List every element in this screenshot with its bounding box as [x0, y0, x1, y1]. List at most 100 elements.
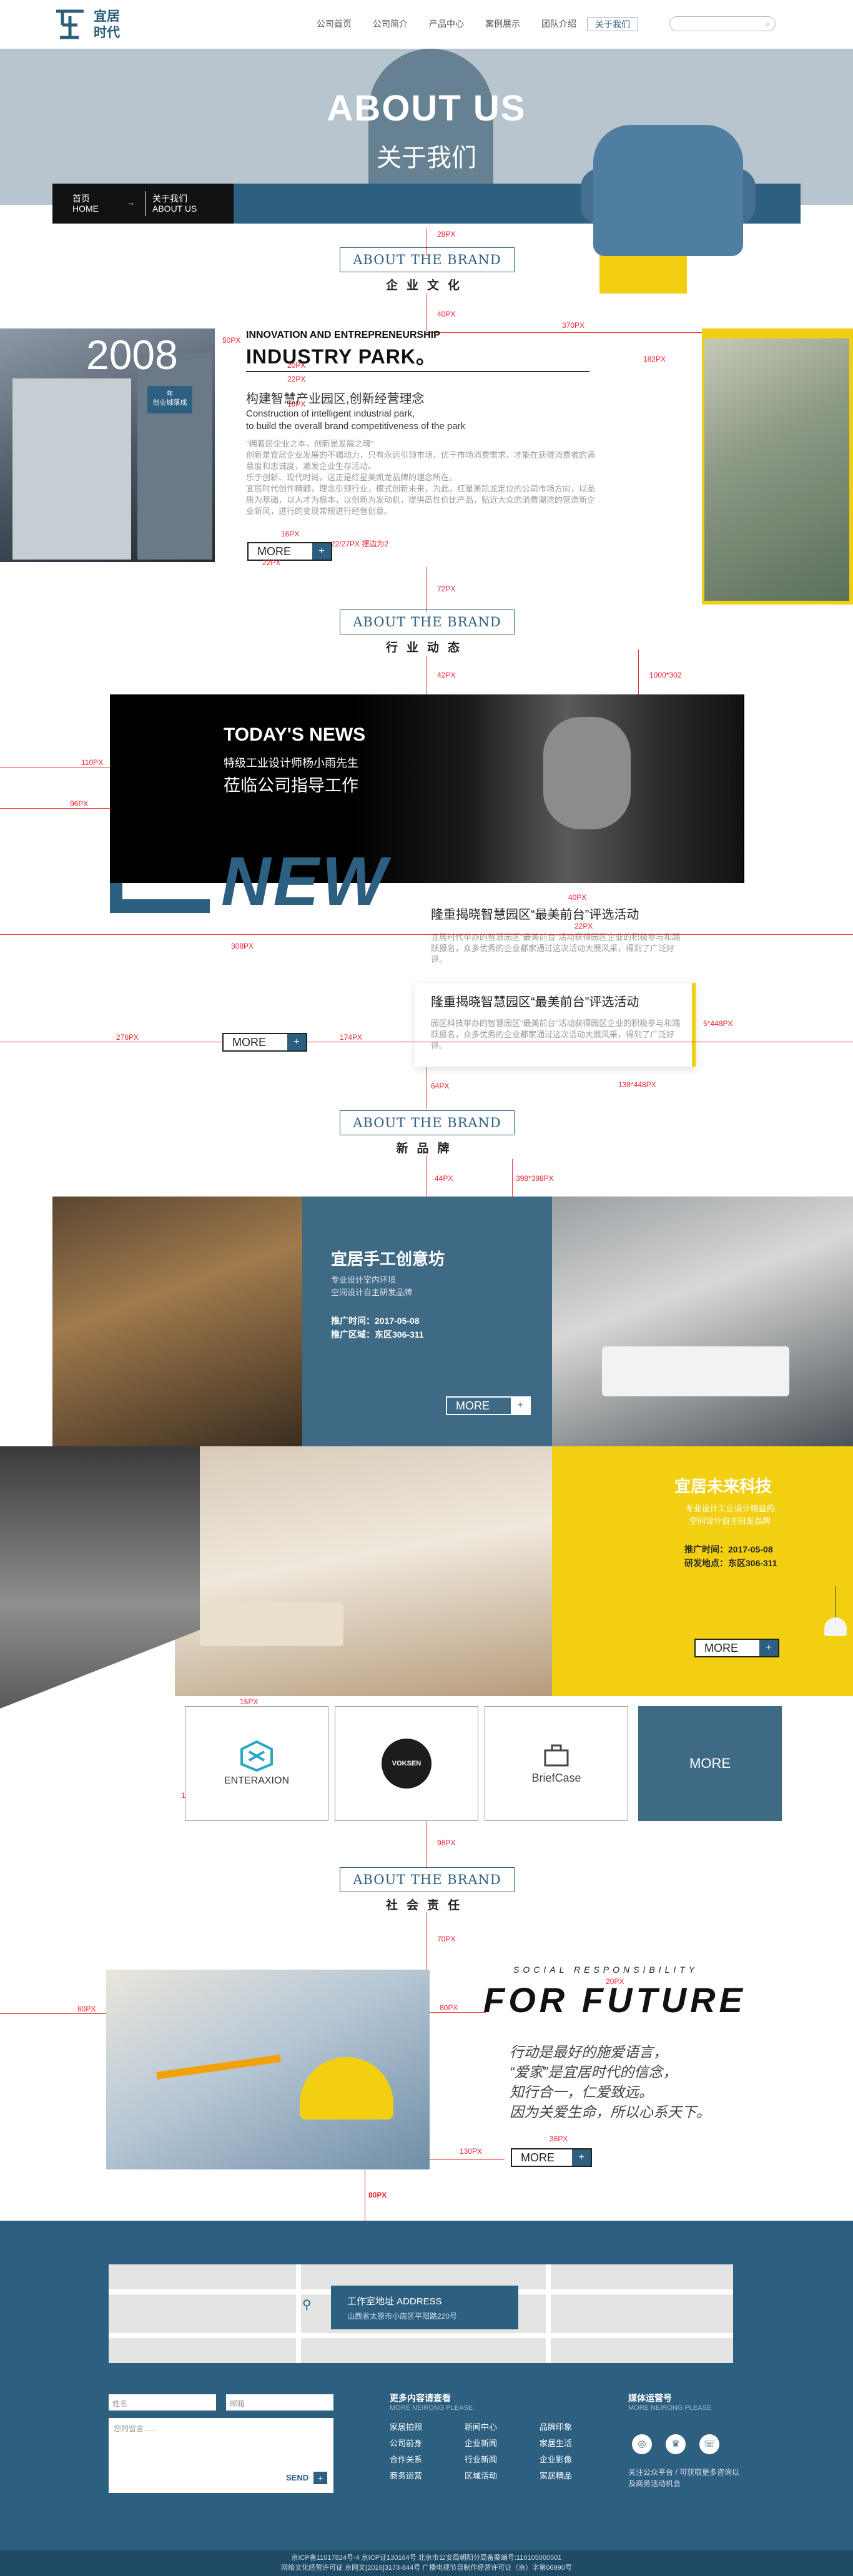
section-heading-news: ABOUT THE BRAND 行业动态	[340, 609, 515, 654]
annotation: 130PX	[460, 2147, 483, 2156]
footer-link[interactable]: 合作关系	[390, 2452, 465, 2468]
annotation: 64PX	[431, 1082, 450, 1090]
product-1-more-button[interactable]: MORE +	[446, 1396, 531, 1415]
copyright-line1: 京ICP备11017824号-4 京ICP证130164号 北京市公安局朝阳分局…	[291, 2554, 562, 2562]
arrow-right-icon: →	[126, 197, 135, 207]
nav-about-company[interactable]: 公司简介	[362, 17, 418, 31]
address-box: 工作室地址 ADDRESS 山西省太原市小店区平阳路220号	[331, 2286, 518, 2329]
footer-link[interactable]: 公司前身	[390, 2435, 465, 2452]
footer-links: 家居拍照 新闻中心 品牌印象 公司前身 企业新闻 家居生活 合作关系 行业新闻 …	[390, 2419, 589, 2484]
weibo-icon[interactable]: ♛	[666, 2434, 686, 2454]
brand-more-button[interactable]: MORE	[638, 1706, 782, 1821]
annotation: 50PX	[222, 336, 241, 345]
search-icon[interactable]: ⌕	[766, 19, 770, 29]
annotation: 80PX	[368, 2191, 387, 2199]
title-rule	[246, 371, 589, 372]
brand-name: BriefCase	[531, 1771, 581, 1784]
annotation: 42PX	[437, 671, 456, 679]
section-title-en: ABOUT THE BRAND	[340, 609, 515, 634]
culture-aerial-frame	[702, 328, 853, 605]
plus-icon: +	[572, 2149, 591, 2166]
building-shape	[137, 353, 212, 560]
social-more-button[interactable]: MORE +	[511, 2148, 592, 2167]
nav-cases[interactable]: 案例展示	[475, 17, 531, 31]
annotation: 28PX	[437, 230, 456, 239]
annotation: 40PX	[437, 310, 456, 318]
pendant-lamp-icon	[823, 1586, 848, 1642]
product-image-livingroom[interactable]	[552, 1197, 853, 1446]
links-subheading: MORE NEIRONG PLEASE	[390, 2404, 473, 2412]
annotation: 110PX	[81, 758, 104, 767]
annotation: 174PX	[340, 1033, 363, 1042]
product-image-loft[interactable]	[52, 1197, 302, 1446]
plus-icon: +	[312, 543, 331, 560]
footer-link[interactable]: 家居生活	[540, 2435, 589, 2452]
product-image-room[interactable]	[175, 1446, 552, 1696]
annotation: 44PX	[435, 1174, 453, 1183]
annotation: 70PX	[437, 1935, 456, 1943]
product-2-info: 推广时间：2017-05-08 研发地点：东区306-311	[684, 1544, 777, 1568]
guide-line	[0, 934, 853, 935]
nav-home[interactable]: 公司首页	[306, 17, 362, 31]
send-plus-icon[interactable]: +	[313, 2472, 327, 2484]
social-image	[106, 1970, 430, 2169]
annotation: 16PX	[281, 530, 300, 538]
footer-link[interactable]: 家居精品	[540, 2468, 589, 2484]
guide-line	[430, 2159, 505, 2160]
section-heading-products: ABOUT THE BRAND 新品牌	[340, 1110, 515, 1155]
map-road	[296, 2264, 301, 2363]
social-text: 行动是最好的施爱语言， “爱家”是宜居时代的信念， 知行合一，仁爱致远。 因为关…	[510, 2044, 711, 2120]
map-road	[109, 2333, 733, 2338]
footer-link[interactable]: 企业新闻	[465, 2435, 540, 2452]
product-2-subtitle: 专业设计工业设计精益的 空间设计自主研发品牌	[685, 1504, 775, 1526]
annotation: 398*398PX	[516, 1174, 554, 1183]
more-label: MORE	[521, 2151, 555, 2164]
product-2-more-button[interactable]: MORE +	[694, 1639, 779, 1657]
ruler-shape	[156, 2055, 281, 2080]
page: 宜居 时代 公司首页 公司简介 产品中心 案例展示 团队介绍 关于我们 ⌕ AB…	[0, 0, 853, 2576]
phone-icon[interactable]: ☏	[699, 2434, 719, 2454]
wechat-icon[interactable]: ◎	[632, 2434, 652, 2454]
annotation: 1000*302	[649, 671, 682, 679]
footer-link[interactable]: 行业新闻	[465, 2452, 540, 2468]
nav-about-us[interactable]: 关于我们	[587, 17, 638, 31]
footer-link[interactable]: 品牌印象	[540, 2419, 589, 2435]
product-1-subtitle: 专业设计室内环境 空间设计自主研发品牌	[331, 1275, 413, 1297]
culture-more-button[interactable]: MORE +	[247, 542, 332, 561]
annotation: 80PX	[440, 2003, 458, 2012]
footer-link[interactable]: 区域活动	[465, 2468, 540, 2484]
footer-link[interactable]: 家居拍照	[390, 2419, 465, 2435]
news-more-button[interactable]: MORE +	[222, 1033, 307, 1052]
send-button[interactable]: SEND	[286, 2473, 308, 2482]
email-field[interactable]: 邮箱	[226, 2394, 333, 2411]
news-item-title[interactable]: 隆重揭晓智慧园区“最美前台”评选活动	[431, 992, 639, 1010]
brand-card-voksen[interactable]: VOKSEN	[335, 1706, 478, 1821]
helmet-shape	[300, 2057, 393, 2120]
enteraxion-logo-icon	[240, 1740, 273, 1772]
footer-link[interactable]: 新闻中心	[465, 2419, 540, 2435]
footer-link[interactable]: 商务运营	[390, 2468, 465, 2484]
aerial-image	[704, 338, 849, 601]
logo-icon[interactable]	[54, 6, 86, 40]
news-accent-bar	[110, 899, 210, 913]
brand-card-enteraxion[interactable]: ENTERAXION	[185, 1706, 328, 1821]
annotation: 22PX	[287, 375, 306, 383]
section-title-en: ABOUT THE BRAND	[340, 247, 515, 272]
footer-link[interactable]: 企业影像	[540, 2452, 589, 2468]
news-sub1: 特级工业设计师杨小雨先生	[224, 757, 358, 769]
name-field[interactable]: 姓名	[109, 2394, 216, 2411]
logo-text: 宜居 时代	[94, 9, 120, 40]
map-pin-icon[interactable]: ⚲	[302, 2297, 312, 2312]
breadcrumb-home[interactable]: 首页 HOME	[72, 194, 99, 214]
media-subheading: MORE NEIRONG PLEASE	[628, 2404, 712, 2412]
main-nav: 公司首页 公司简介 产品中心 案例展示 团队介绍 关于我们	[306, 17, 638, 31]
nav-team[interactable]: 团队介绍	[531, 17, 587, 31]
culture-title: INDUSTRY PARK。	[246, 345, 436, 368]
news-item-text: 园区科技举办的智慧园区"最美前台"活动获得园区企业的积极参与和踊跃报名，众多优秀…	[431, 1019, 681, 1050]
news-item-title[interactable]: 隆重揭晓智慧园区“最美前台”评选活动	[431, 904, 639, 922]
brand-card-briefcase[interactable]: BriefCase	[485, 1706, 628, 1821]
guide-line	[0, 808, 110, 809]
nav-products[interactable]: 产品中心	[418, 17, 475, 31]
section-title-en: ABOUT THE BRAND	[340, 1867, 515, 1892]
search-input[interactable]: ⌕	[669, 16, 776, 31]
